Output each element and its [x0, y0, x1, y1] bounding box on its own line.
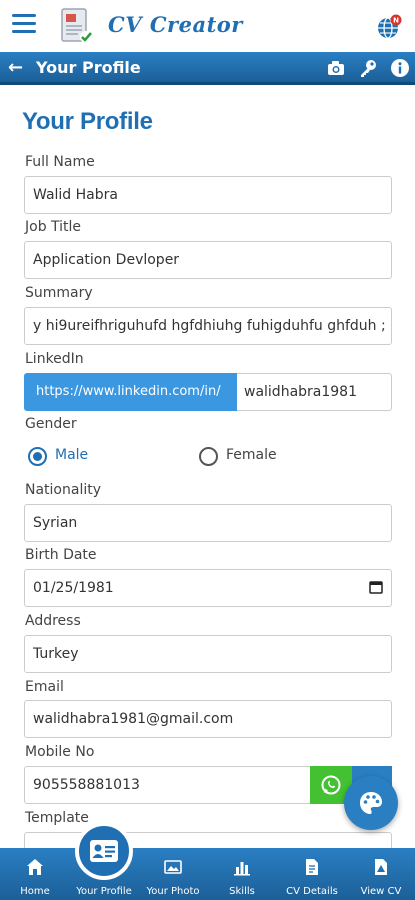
linkedin-prefix: https://www.linkedin.com/in/	[24, 373, 237, 411]
nav-view-cv-label: View CV	[360, 886, 402, 897]
globe-badge: N	[393, 17, 399, 25]
gender-label: Gender	[25, 416, 77, 432]
mobile-label: Mobile No	[25, 744, 95, 760]
document-icon	[306, 859, 318, 875]
page-title: Your Profile	[22, 108, 153, 135]
job-title-field[interactable]: Application Devloper	[24, 241, 392, 279]
nav-your-photo-label: Your Photo	[146, 886, 200, 897]
nationality-field[interactable]: Syrian	[24, 504, 392, 542]
birth-date-field[interactable]: 01/25/1981	[24, 569, 392, 607]
nationality-label: Nationality	[25, 482, 102, 498]
full-name-label: Full Name	[25, 154, 95, 170]
template-label: Template	[25, 810, 89, 826]
birth-date-label: Birth Date	[25, 547, 97, 563]
theme-palette-button[interactable]	[344, 776, 398, 830]
nav-home-label: Home	[20, 886, 50, 897]
menu-icon[interactable]	[12, 14, 36, 36]
nav-view-cv[interactable]: View CV	[352, 848, 410, 900]
linkedin-field[interactable]: walidhabra1981	[237, 373, 392, 411]
job-title-label: Job Title	[25, 219, 82, 235]
gender-female-radio[interactable]	[199, 447, 218, 466]
gender-female-label[interactable]: Female	[226, 447, 277, 463]
your-profile-center-button[interactable]	[75, 822, 133, 880]
address-label: Address	[25, 613, 81, 629]
mobile-field[interactable]: 905558881013	[24, 766, 312, 804]
id-card-icon	[90, 840, 118, 862]
summary-label: Summary	[25, 285, 93, 301]
nav-cv-details[interactable]: CV Details	[280, 848, 344, 900]
bottom-navigation: Home Your Profile Your Photo Skills CV D…	[0, 848, 415, 900]
view-document-icon	[375, 859, 387, 875]
document-logo-icon	[61, 8, 92, 43]
calendar-icon[interactable]	[369, 580, 383, 594]
full-name-field[interactable]: Walid Habra	[24, 176, 392, 214]
app-header: CV Creator N	[0, 0, 415, 52]
nav-cv-details-label: CV Details	[286, 886, 338, 897]
title-bar-text: Your Profile	[36, 58, 141, 77]
profile-form: Your Profile Full Name Walid Habra Job T…	[0, 88, 415, 848]
info-icon[interactable]	[390, 58, 410, 78]
key-icon[interactable]	[358, 58, 378, 78]
back-arrow-icon[interactable]: ←	[8, 57, 23, 78]
address-field[interactable]: Turkey	[24, 635, 392, 673]
email-field[interactable]: walidhabra1981@gmail.com	[24, 700, 392, 738]
title-bar: ← Your Profile	[0, 52, 415, 85]
gender-male-label[interactable]: Male	[55, 447, 88, 463]
camera-icon[interactable]	[326, 58, 346, 78]
email-label: Email	[25, 679, 64, 695]
birth-date-value: 01/25/1981	[33, 580, 114, 596]
whatsapp-icon	[321, 775, 341, 795]
gender-male-radio[interactable]	[28, 447, 47, 466]
app-brand: CV Creator	[108, 12, 243, 37]
palette-icon	[360, 792, 382, 814]
bar-chart-icon	[234, 862, 250, 876]
home-icon	[27, 859, 43, 875]
linkedin-label: LinkedIn	[25, 351, 84, 367]
globe-icon[interactable]: N	[376, 14, 402, 40]
nav-home[interactable]: Home	[10, 848, 60, 900]
nav-skills-label: Skills	[229, 886, 255, 897]
nav-skills[interactable]: Skills	[215, 848, 269, 900]
nav-your-profile-label: Your Profile	[76, 886, 132, 897]
summary-field[interactable]: y hi9ureifhriguhufd hgfdhiuhg fuhigduhfu…	[24, 307, 392, 345]
photo-icon	[164, 860, 182, 874]
nav-your-photo[interactable]: Your Photo	[142, 848, 204, 900]
